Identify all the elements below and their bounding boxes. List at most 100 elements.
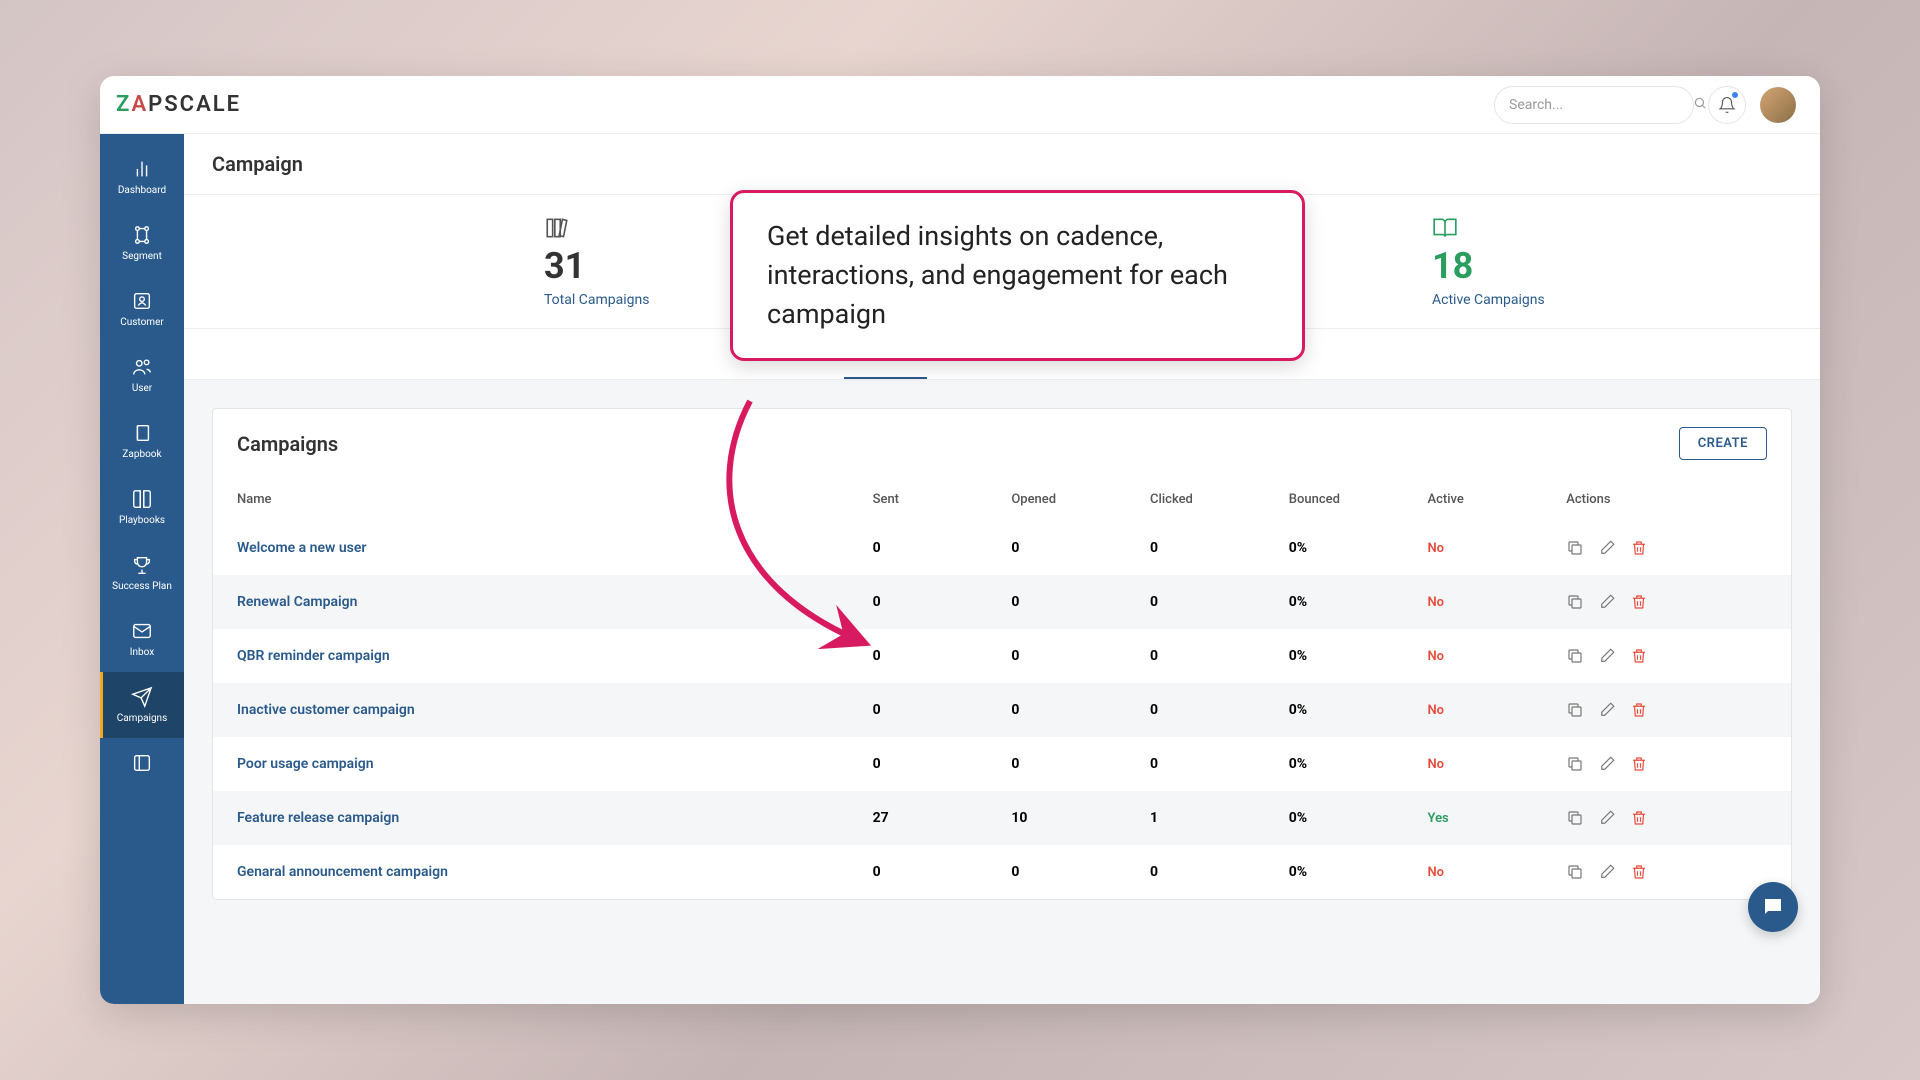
cell-opened: 0 [993,521,1132,575]
th-active: Active [1409,478,1548,521]
chat-fab-button[interactable] [1748,882,1798,932]
sidebar-item-label: Success Plan [112,581,172,592]
sidebar-item-extra[interactable] [100,738,184,793]
create-button[interactable]: CREATE [1679,427,1767,460]
edit-icon[interactable] [1598,701,1616,719]
cell-opened: 0 [993,575,1132,629]
sidebar-item-label: Zapbook [122,449,161,460]
delete-icon[interactable] [1630,539,1648,557]
sidebar-item-user[interactable]: User [100,342,184,408]
cell-sent: 0 [855,629,994,683]
delete-icon[interactable] [1630,593,1648,611]
delete-icon[interactable] [1630,647,1648,665]
cell-clicked: 0 [1132,575,1271,629]
search-input-wrapper[interactable] [1494,86,1694,124]
sidebar-item-label: Dashboard [118,185,166,196]
table-row: Inactive customer campaign0000%No [213,683,1791,737]
campaign-name-link[interactable]: Renewal Campaign [237,594,357,610]
sidebar-item-dashboard[interactable]: Dashboard [100,144,184,210]
cell-active: No [1409,629,1548,683]
campaign-name-link[interactable]: Poor usage campaign [237,756,374,772]
cell-opened: 0 [993,629,1132,683]
th-bounced: Bounced [1271,478,1410,521]
copy-icon[interactable] [1566,809,1584,827]
topbar: ZAPSCALE [100,76,1820,134]
cell-active: No [1409,683,1548,737]
notifications-button[interactable] [1708,86,1746,124]
cell-active: No [1409,737,1548,791]
sidebar-item-success-plan[interactable]: Success Plan [100,540,184,606]
campaign-name-link[interactable]: Inactive customer campaign [237,702,415,718]
cell-clicked: 0 [1132,737,1271,791]
content-area: Campaigns CREATE Name Sent Opened Clicke… [184,380,1820,1004]
edit-icon[interactable] [1598,863,1616,881]
sidebar-item-label: Customer [120,317,164,328]
cell-opened: 0 [993,845,1132,899]
th-opened: Opened [993,478,1132,521]
th-clicked: Clicked [1132,478,1271,521]
search-input[interactable] [1509,97,1687,113]
callout-tooltip: Get detailed insights on cadence, intera… [730,190,1305,361]
sidebar-item-label: Inbox [130,647,154,658]
cell-sent: 27 [855,791,994,845]
page-title: Campaign [212,152,1792,176]
cell-opened: 10 [993,791,1132,845]
campaign-name-link[interactable]: QBR reminder campaign [237,648,390,664]
delete-icon[interactable] [1630,755,1648,773]
campaigns-table: Name Sent Opened Clicked Bounced Active … [213,478,1791,899]
books-icon [544,215,570,245]
cell-active: Yes [1409,791,1548,845]
sidebar-item-label: User [132,383,152,394]
cell-bounced: 0% [1271,521,1410,575]
search-icon [1693,96,1707,114]
edit-icon[interactable] [1598,647,1616,665]
sidebar-item-inbox[interactable]: Inbox [100,606,184,672]
cell-opened: 0 [993,737,1132,791]
brand-logo: ZAPSCALE [116,92,241,117]
sidebar-item-label: Campaigns [117,713,168,724]
stat-label: Active Campaigns [1432,292,1545,308]
delete-icon[interactable] [1630,809,1648,827]
sidebar-item-playbooks[interactable]: Playbooks [100,474,184,540]
app-window: ZAPSCALE Dashboard Segment [100,76,1820,1004]
cell-bounced: 0% [1271,791,1410,845]
sidebar: Dashboard Segment Customer User Zapbook … [100,134,184,1004]
th-actions: Actions [1548,478,1791,521]
cell-active: No [1409,521,1548,575]
table-row: Genaral announcement campaign0000%No [213,845,1791,899]
edit-icon[interactable] [1598,539,1616,557]
sidebar-item-zapbook[interactable]: Zapbook [100,408,184,474]
edit-icon[interactable] [1598,755,1616,773]
th-sent: Sent [855,478,994,521]
copy-icon[interactable] [1566,647,1584,665]
edit-icon[interactable] [1598,593,1616,611]
cell-sent: 0 [855,683,994,737]
campaign-name-link[interactable]: Genaral announcement campaign [237,864,448,880]
stat-value: 18 [1432,245,1473,288]
sidebar-item-segment[interactable]: Segment [100,210,184,276]
delete-icon[interactable] [1630,701,1648,719]
user-avatar[interactable] [1760,87,1796,123]
table-row: Feature release campaign271010%Yes [213,791,1791,845]
cell-bounced: 0% [1271,629,1410,683]
copy-icon[interactable] [1566,593,1584,611]
campaign-name-link[interactable]: Feature release campaign [237,810,399,826]
cell-sent: 0 [855,521,994,575]
copy-icon[interactable] [1566,755,1584,773]
campaign-name-link[interactable]: Welcome a new user [237,540,366,556]
delete-icon[interactable] [1630,863,1648,881]
edit-icon[interactable] [1598,809,1616,827]
table-row: QBR reminder campaign0000%No [213,629,1791,683]
open-book-icon [1432,215,1458,245]
cell-bounced: 0% [1271,737,1410,791]
notification-dot-icon [1731,91,1739,99]
copy-icon[interactable] [1566,539,1584,557]
sidebar-item-campaigns[interactable]: Campaigns [100,672,184,738]
sidebar-item-customer[interactable]: Customer [100,276,184,342]
copy-icon[interactable] [1566,863,1584,881]
copy-icon[interactable] [1566,701,1584,719]
cell-active: No [1409,575,1548,629]
cell-clicked: 0 [1132,521,1271,575]
cell-active: No [1409,845,1548,899]
th-name: Name [213,478,855,521]
